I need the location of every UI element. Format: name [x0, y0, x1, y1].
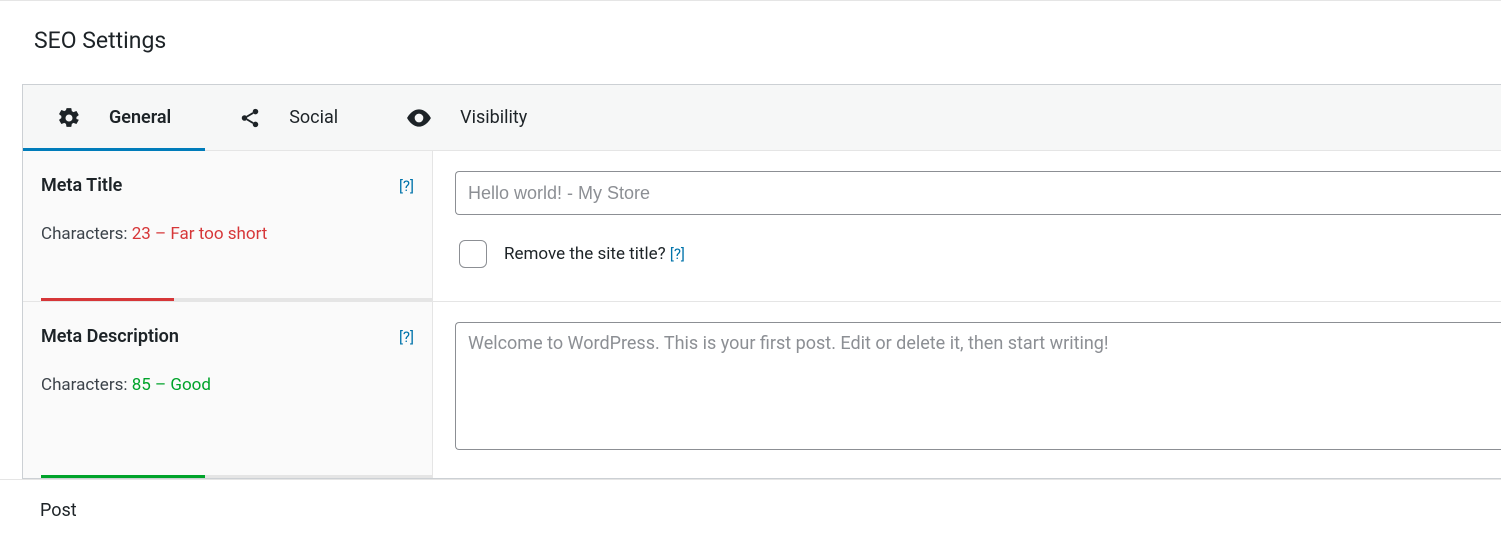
section-title: SEO Settings: [34, 27, 1501, 54]
meta-title-bar-fill: [41, 298, 174, 301]
row-meta-description: Meta Description ? Characters: 85 – Good: [23, 302, 1501, 478]
meta-description-help[interactable]: ?: [399, 328, 414, 346]
share-icon: [239, 107, 261, 129]
remove-site-title-checkbox[interactable]: [459, 240, 487, 268]
meta-title-verdict: Far too short: [170, 224, 267, 244]
meta-description-verdict: Good: [170, 375, 211, 395]
tab-social[interactable]: Social: [205, 85, 372, 150]
seo-metabox: General Social Visibility Meta Ti: [22, 84, 1501, 479]
tab-general[interactable]: General: [23, 85, 205, 150]
meta-description-input[interactable]: [455, 322, 1501, 450]
meta-title-char-count: 23: [132, 224, 151, 244]
meta-title-input[interactable]: [455, 171, 1501, 215]
tab-visibility[interactable]: Visibility: [372, 85, 561, 150]
tab-label: Social: [289, 107, 338, 128]
row-meta-title: Meta Title ? Characters: 23 – Far too sh…: [23, 151, 1501, 302]
chars-label: Characters:: [41, 224, 132, 244]
tab-label: Visibility: [460, 107, 527, 128]
tab-label: General: [109, 107, 171, 128]
post-label: Post: [0, 480, 1501, 533]
meta-description-bar: [41, 475, 432, 478]
meta-title-char-line: Characters: 23 – Far too short: [41, 224, 414, 244]
remove-site-title-row[interactable]: Remove the site title? ?: [455, 237, 1501, 271]
meta-description-label: Meta Description: [41, 326, 179, 347]
meta-title-bar: [41, 298, 432, 301]
meta-description-char-count: 85: [132, 375, 151, 395]
meta-title-help[interactable]: ?: [399, 177, 414, 195]
gear-icon: [57, 106, 81, 130]
tab-bar: General Social Visibility: [23, 85, 1501, 151]
meta-description-bar-fill: [41, 475, 205, 478]
chars-label: Characters:: [41, 375, 132, 395]
remove-site-title-label: Remove the site title?: [504, 244, 666, 264]
eye-icon: [406, 108, 432, 128]
meta-title-label: Meta Title: [41, 175, 122, 196]
meta-description-char-line: Characters: 85 – Good: [41, 375, 414, 395]
remove-site-title-help[interactable]: ?: [670, 245, 685, 263]
